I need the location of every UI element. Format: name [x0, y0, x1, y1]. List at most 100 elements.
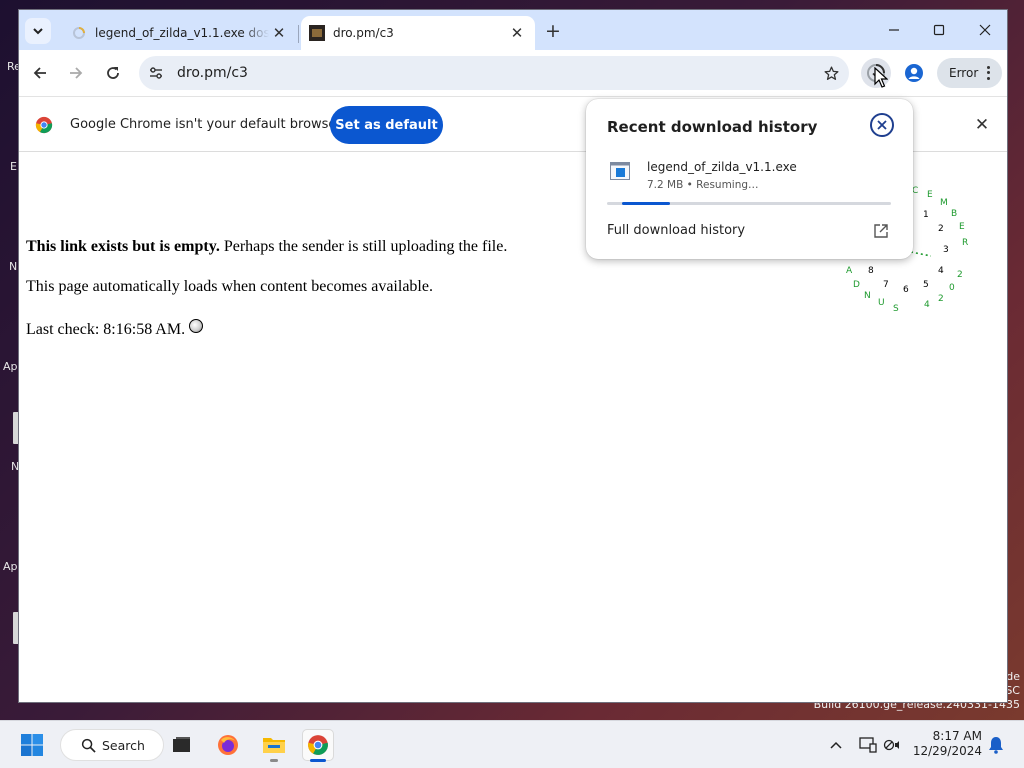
desktop-icon-label[interactable]: E: [10, 160, 17, 173]
site-settings-icon[interactable]: [147, 64, 165, 82]
taskbar-clock[interactable]: 8:17 AM 12/29/2024: [906, 729, 982, 759]
taskbar-running-indicator: [270, 759, 278, 762]
clock-second-hand: [911, 251, 931, 257]
task-view-icon: [173, 737, 190, 752]
clock-letter: 2: [957, 270, 963, 280]
error-chip-label: Error: [949, 66, 979, 80]
desktop-icon-label[interactable]: Ap: [3, 560, 18, 573]
error-menu-chip[interactable]: Error: [937, 58, 1002, 88]
toolbar: dro.pm/c3 Error: [19, 50, 1007, 96]
tab-title: legend_of_zilda_v1.1.exe dosya: [95, 26, 269, 40]
more-vert-icon: [982, 63, 994, 83]
download-filename[interactable]: legend_of_zilda_v1.1.exe: [647, 160, 797, 174]
set-as-default-button[interactable]: Set as default: [330, 106, 443, 144]
auto-load-message: This page automatically loads when conte…: [26, 278, 433, 295]
taskbar: Search 8:17 AM 12/29/2024: [0, 720, 1024, 768]
taskbar-file-explorer[interactable]: [258, 729, 290, 761]
reload-icon: [107, 67, 119, 79]
show-hidden-icons-button[interactable]: [826, 735, 846, 755]
download-progress-fill: [622, 202, 670, 205]
exe-file-icon: [610, 162, 630, 180]
maximize-button[interactable]: [916, 10, 962, 50]
empty-link-bold: This link exists but is empty.: [26, 238, 220, 255]
clock-digit: 7: [883, 280, 889, 290]
taskbar-active-indicator: [310, 759, 326, 762]
close-icon: [877, 120, 887, 130]
open-in-new-icon[interactable]: [873, 223, 889, 239]
close-window-button[interactable]: [962, 10, 1007, 50]
clock-letter: U: [878, 298, 885, 308]
clock-digit: 2: [938, 224, 944, 234]
full-download-history-link[interactable]: Full download history: [607, 223, 745, 238]
profile-button[interactable]: [901, 60, 927, 86]
taskbar-search-box[interactable]: Search: [60, 729, 164, 761]
url-text: dro.pm/c3: [177, 65, 248, 81]
empty-link-message: This link exists but is empty. Perhaps t…: [26, 238, 507, 256]
clock-digit: 1: [923, 210, 929, 220]
folder-icon: [263, 738, 285, 753]
infobar-message: Google Chrome isn't your default browser: [70, 117, 342, 132]
tab-close-icon[interactable]: ✕: [269, 23, 289, 43]
last-check-text: Last check: 8:16:58 AM.: [26, 321, 186, 338]
clock-letter: A: [846, 266, 853, 276]
chevron-down-icon: [33, 28, 43, 35]
taskbar-firefox[interactable]: [212, 729, 244, 761]
tab-strip: legend_of_zilda_v1.1.exe dosya ✕ dro.pm/…: [19, 10, 1007, 50]
tab-legend-of-zilda[interactable]: legend_of_zilda_v1.1.exe dosya ✕: [63, 16, 297, 50]
clock-letter: R: [962, 238, 969, 248]
plus-icon: +: [545, 20, 561, 42]
close-icon: [979, 24, 991, 36]
download-bubble-close-button[interactable]: [870, 113, 894, 137]
clock-letter: M: [940, 198, 948, 208]
chrome-icon: [308, 735, 328, 755]
clock-letter: N: [864, 291, 871, 301]
download-status: 7.2 MB • Resuming…: [647, 179, 759, 191]
mouse-cursor-icon: [874, 67, 888, 88]
new-tab-button[interactable]: +: [541, 19, 565, 43]
back-button[interactable]: [26, 59, 54, 87]
clock-digit: 5: [923, 280, 929, 290]
clock-letter: D: [853, 280, 860, 290]
loading-favicon-icon: [71, 25, 87, 41]
clock-letter: 0: [949, 283, 955, 293]
taskbar-chrome[interactable]: [302, 729, 334, 761]
empty-link-rest: Perhaps the sender is still uploading th…: [219, 238, 508, 255]
clock-digit: 6: [903, 285, 909, 295]
chrome-window: legend_of_zilda_v1.1.exe dosya ✕ dro.pm/…: [18, 9, 1008, 703]
reload-button[interactable]: [99, 59, 127, 87]
clock-letter: S: [893, 304, 899, 314]
clock-letter: 2: [938, 294, 944, 304]
tray-network-volume-icon[interactable]: [882, 735, 902, 755]
clock-letter: E: [959, 222, 965, 232]
search-icon: [81, 738, 96, 753]
loading-spinner-icon: [189, 319, 204, 333]
clock-letter: 4: [924, 300, 930, 310]
tab-dro-pm[interactable]: dro.pm/c3 ✕: [301, 16, 535, 50]
minimize-button[interactable]: [871, 10, 917, 50]
forward-button[interactable]: [62, 59, 90, 87]
tab-close-icon[interactable]: ✕: [507, 23, 527, 43]
minimize-icon: [889, 29, 899, 31]
maximize-icon: [933, 24, 945, 36]
download-bubble: Recent download history legend_of_zilda_…: [586, 99, 913, 259]
download-progress-bar: [607, 202, 891, 205]
download-bubble-title: Recent download history: [607, 118, 818, 136]
infobar-close-icon[interactable]: ✕: [972, 115, 992, 135]
tray-display-icon[interactable]: [858, 735, 878, 755]
taskbar-search-label: Search: [102, 737, 145, 753]
windows-start-icon[interactable]: [20, 733, 44, 757]
notification-bell-icon[interactable]: [986, 735, 1006, 755]
desktop-icon-label[interactable]: Ap: [3, 360, 18, 373]
taskbar-time: 8:17 AM: [932, 729, 982, 743]
desktop-icon-label[interactable]: N: [9, 260, 17, 273]
taskbar-date: 12/29/2024: [912, 744, 982, 758]
taskbar-task-view[interactable]: [166, 729, 198, 761]
tab-search-button[interactable]: [25, 18, 51, 44]
bookmark-star-icon[interactable]: [819, 61, 843, 85]
address-bar[interactable]: dro.pm/c3: [139, 56, 849, 90]
tab-separator: [298, 25, 299, 43]
firefox-icon: [218, 735, 238, 755]
clock-letter: E: [927, 190, 933, 200]
arrow-left-icon: [33, 67, 46, 79]
chevron-up-icon: [830, 741, 842, 749]
